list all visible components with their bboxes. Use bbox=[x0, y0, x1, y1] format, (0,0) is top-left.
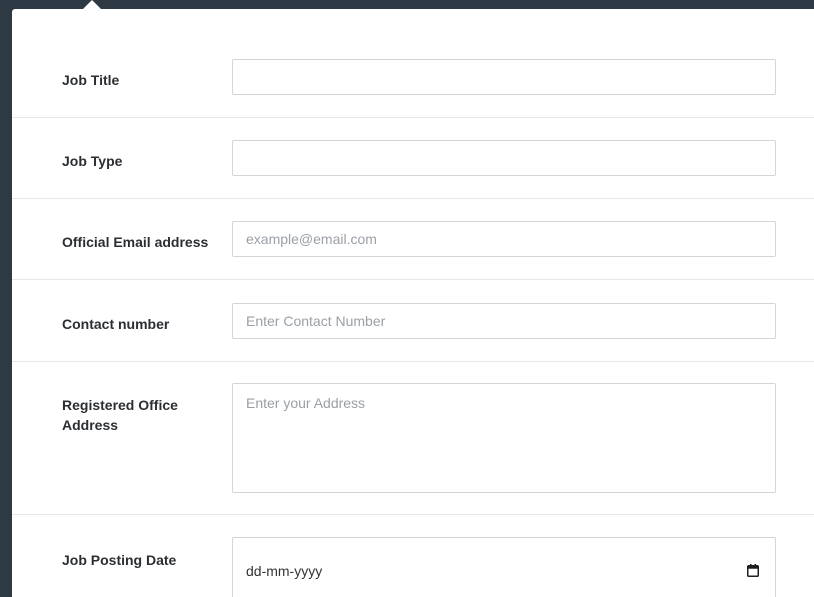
posting-date-value: dd-mm-yyyy bbox=[246, 563, 323, 579]
form-row-address: Registered Office Address bbox=[12, 362, 814, 515]
job-type-input[interactable] bbox=[232, 140, 776, 176]
job-title-input[interactable] bbox=[232, 59, 776, 95]
posting-date-input[interactable]: dd-mm-yyyy bbox=[232, 537, 776, 597]
form-row-job-type: Job Type bbox=[12, 118, 814, 199]
email-label: Official Email address bbox=[62, 234, 209, 250]
form-row-contact: Contact number bbox=[12, 280, 814, 362]
calendar-icon[interactable] bbox=[747, 564, 759, 577]
job-form-panel: Job Title Job Type Official Email addres… bbox=[12, 9, 814, 597]
form-row-email: Official Email address bbox=[12, 199, 814, 280]
address-label: Registered Office Address bbox=[62, 397, 178, 433]
form-row-job-title: Job Title bbox=[12, 9, 814, 118]
app-backdrop: Job Title Job Type Official Email addres… bbox=[0, 0, 814, 597]
job-title-label: Job Title bbox=[62, 72, 120, 88]
address-textarea[interactable] bbox=[232, 383, 776, 493]
contact-label: Contact number bbox=[62, 316, 170, 332]
job-type-label: Job Type bbox=[62, 153, 123, 169]
popover-caret bbox=[83, 0, 101, 9]
contact-input[interactable] bbox=[232, 303, 776, 339]
email-input[interactable] bbox=[232, 221, 776, 257]
posting-date-label: Job Posting Date bbox=[62, 552, 177, 568]
form-row-posting-date: Job Posting Date dd-mm-yyyy bbox=[12, 515, 814, 597]
